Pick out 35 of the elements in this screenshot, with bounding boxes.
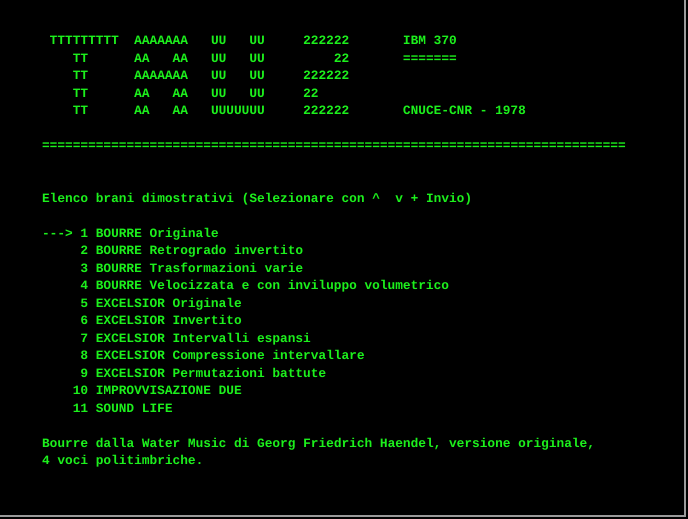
item-number: 10 [72, 382, 88, 400]
menu-item[interactable]: EXCELSIOR Permutazioni battute [96, 364, 326, 382]
item-number: 11 [72, 400, 88, 417]
menu-heading: Elenco brani dimostrativi (Selezionare con ^ v + Invio) [42, 190, 472, 207]
banner-letters: TT AA AA UU UU 22 [72, 84, 320, 102]
menu-item[interactable]: EXCELSIOR Originale [96, 294, 242, 312]
item-number: 1 [79, 224, 88, 242]
menu-item[interactable]: BOURRE Originale [96, 224, 219, 242]
menu-item[interactable]: BOURRE Velocizzata e con inviluppo volumetrico [96, 277, 449, 294]
menu-item[interactable]: BOURRE Trasformazioni varie [96, 260, 304, 277]
item-number: 6 [79, 312, 88, 330]
banner-letters: TT AA AA UU UU 22 [72, 50, 350, 67]
separator-line: ============================================================================ [42, 137, 626, 154]
item-number: 9 [79, 364, 88, 382]
selection-cursor: ---> [42, 226, 73, 240]
menu-item[interactable]: EXCELSIOR Intervalli espansi [96, 330, 311, 347]
menu-item[interactable]: IMPROVVISAZIONE DUE [96, 382, 242, 400]
item-number: 7 [79, 330, 88, 347]
banner-note: CNUCE-CNR - 1978 [402, 102, 526, 120]
item-number: 2 [79, 242, 88, 260]
item-number: 4 [79, 277, 88, 294]
item-number: 3 [79, 260, 88, 277]
menu-item[interactable]: BOURRE Retrogrado invertito [96, 242, 304, 260]
menu-item[interactable]: SOUND LIFE [96, 400, 173, 417]
menu-item[interactable]: EXCELSIOR Invertito [96, 312, 242, 330]
item-number: 8 [79, 347, 88, 364]
menu-item[interactable]: EXCELSIOR Compressione intervallare [96, 347, 364, 364]
banner-note: IBM 370 [402, 32, 457, 50]
banner-letters: TTTTTTTTT AAAAAAA UU UU 222222 [48, 32, 350, 50]
banner-letters: TT AA AA UUUUUUU 222222 [72, 102, 350, 120]
banner-letters: TT AAAAAAA UU UU 222222 [72, 67, 350, 84]
description-text: Bourre dalla Water Music di Georg Friedrich Haendel, versione originale, [42, 434, 595, 452]
item-number: 5 [79, 294, 88, 312]
description-text: 4 voci politimbriche. [42, 452, 204, 470]
banner-note: ======= [402, 50, 457, 67]
